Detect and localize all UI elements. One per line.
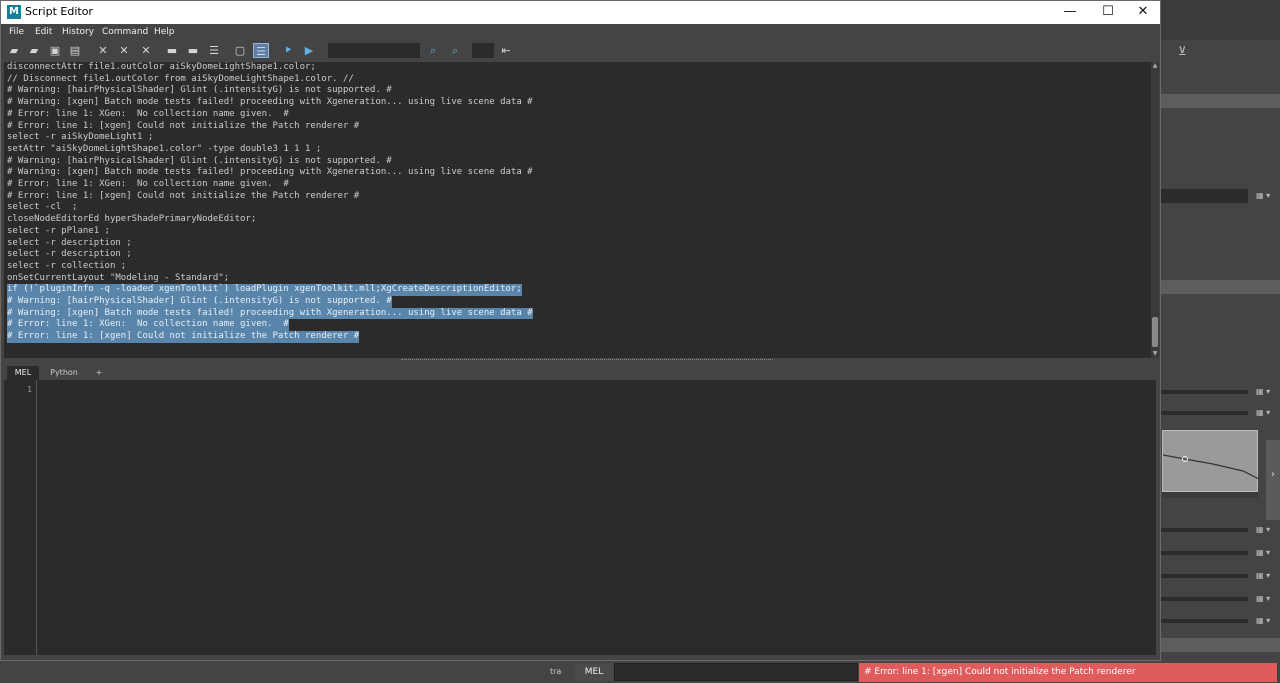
script-editor-window: M Script Editor — ☐ ✕ File Edit History … bbox=[0, 0, 1161, 661]
history-line[interactable]: # Warning: [xgen] Batch mode tests faile… bbox=[7, 97, 533, 109]
history-line[interactable]: closeNodeEditorEd hyperShadePrimaryNodeE… bbox=[7, 214, 256, 226]
clear-all-icon[interactable]: ✕ bbox=[138, 43, 154, 58]
indent-field[interactable] bbox=[472, 43, 494, 58]
close-button[interactable]: ✕ bbox=[1125, 1, 1161, 24]
history-line[interactable]: # Error: line 1: XGen: No collection nam… bbox=[7, 109, 289, 121]
scroll-up-icon[interactable]: ▲ bbox=[1151, 62, 1159, 70]
history-line[interactable]: # Warning: [hairPhysicalShader] Glint (.… bbox=[7, 296, 392, 308]
clear-input-icon[interactable]: ✕ bbox=[116, 43, 132, 58]
history-line[interactable]: # Warning: [xgen] Batch mode tests faile… bbox=[7, 307, 533, 320]
attribute-field[interactable] bbox=[1160, 189, 1248, 203]
menu-history[interactable]: History bbox=[62, 26, 94, 39]
open-script-icon[interactable]: ▰ bbox=[6, 43, 22, 58]
save-script-icon[interactable]: ▣ bbox=[47, 43, 63, 58]
history-line[interactable]: # Error: line 1: XGen: No collection nam… bbox=[7, 319, 289, 332]
clear-history-icon[interactable]: ✕ bbox=[95, 43, 111, 58]
map-button-icon[interactable]: ▦ ▾ bbox=[1256, 571, 1280, 581]
line-numbers-icon[interactable]: ☰ bbox=[253, 43, 269, 58]
menu-file[interactable]: File bbox=[9, 26, 24, 39]
map-button-icon[interactable]: ▦ ▾ bbox=[1256, 191, 1280, 201]
attribute-slider[interactable] bbox=[1160, 528, 1248, 532]
map-button-icon[interactable]: ▦ ▾ bbox=[1256, 408, 1280, 418]
attribute-slider[interactable] bbox=[1160, 551, 1248, 555]
attribute-slider[interactable] bbox=[1160, 411, 1248, 415]
command-feedback-error[interactable]: # Error: line 1: [xgen] Could not initia… bbox=[859, 663, 1277, 682]
command-language-short: tra bbox=[550, 667, 562, 676]
search-icon[interactable]: ⌕ bbox=[425, 43, 441, 58]
history-scrollbar[interactable]: ▲ ▼ bbox=[1151, 62, 1159, 358]
attribute-slider[interactable] bbox=[1160, 390, 1248, 394]
search-field[interactable] bbox=[328, 43, 420, 58]
save-to-shelf-icon[interactable]: ▤ bbox=[67, 43, 83, 58]
attribute-slider[interactable] bbox=[1160, 597, 1248, 601]
tab-mel[interactable]: MEL bbox=[7, 366, 39, 380]
window-title: Script Editor bbox=[25, 5, 93, 18]
history-line[interactable]: select -r pPlane1 ; bbox=[7, 226, 110, 238]
tab-bar: MEL Python + bbox=[4, 365, 1159, 380]
attribute-slider[interactable] bbox=[1160, 574, 1248, 578]
history-line[interactable]: onSetCurrentLayout "Modeling - Standard"… bbox=[7, 273, 229, 285]
pane-splitter[interactable] bbox=[401, 359, 773, 361]
tab-add[interactable]: + bbox=[90, 366, 108, 380]
maya-logo-icon: M bbox=[7, 5, 21, 19]
scroll-thumb[interactable] bbox=[1152, 317, 1158, 347]
title-bar[interactable]: M Script Editor — ☐ ✕ bbox=[1, 1, 1160, 24]
show-both-icon[interactable]: ☰ bbox=[206, 43, 222, 58]
panel-strip bbox=[1160, 94, 1280, 108]
history-line[interactable]: setAttr "aiSkyDomeLightShape1.color" -ty… bbox=[7, 144, 321, 156]
menu-command[interactable]: Command bbox=[102, 26, 148, 39]
input-editor[interactable]: 1 bbox=[4, 380, 1156, 655]
history-line[interactable]: # Warning: [hairPhysicalShader] Glint (.… bbox=[7, 156, 392, 168]
history-line[interactable]: select -r aiSkyDomeLight1 ; bbox=[7, 132, 153, 144]
menu-bar: File Edit History Command Help bbox=[1, 24, 1160, 41]
map-button-icon[interactable]: ▦ ▾ bbox=[1256, 548, 1280, 558]
history-output[interactable]: disconnectAttr file1.outColor aiSkyDomeL… bbox=[4, 62, 1151, 358]
scroll-down-icon[interactable]: ▼ bbox=[1151, 350, 1159, 358]
minimize-button[interactable]: — bbox=[1052, 1, 1088, 24]
execute-all-icon[interactable]: ⯈ bbox=[280, 43, 296, 58]
map-button-icon[interactable]: ▦ ▾ bbox=[1256, 525, 1280, 535]
command-language-button[interactable]: MEL bbox=[575, 663, 613, 681]
tab-python[interactable]: Python bbox=[44, 366, 84, 380]
line-number-gutter: 1 bbox=[4, 380, 37, 655]
history-line[interactable]: # Error: line 1: XGen: No collection nam… bbox=[7, 179, 289, 191]
map-button-icon[interactable]: ▦ ▾ bbox=[1256, 594, 1280, 604]
history-line[interactable]: select -r description ; bbox=[7, 249, 132, 261]
history-line[interactable]: select -cl ; bbox=[7, 202, 77, 214]
execute-icon[interactable]: ▶ bbox=[301, 43, 317, 58]
expand-arrow-icon[interactable]: › bbox=[1266, 440, 1280, 520]
ramp-curve-icon bbox=[1162, 454, 1260, 480]
search-next-icon[interactable]: ⌕ bbox=[447, 43, 463, 58]
show-history-icon[interactable]: ▬ bbox=[164, 43, 180, 58]
panel-strip bbox=[1160, 638, 1280, 652]
history-line[interactable]: if (!`pluginInfo -q -loaded xgenToolkit`… bbox=[7, 284, 522, 296]
history-line[interactable]: # Warning: [xgen] Batch mode tests faile… bbox=[7, 167, 533, 179]
maximize-button[interactable]: ☐ bbox=[1090, 1, 1126, 24]
history-line[interactable]: select -r description ; bbox=[7, 238, 132, 250]
echo-all-icon[interactable]: ▢ bbox=[232, 43, 248, 58]
attribute-slider[interactable] bbox=[1160, 619, 1248, 623]
menu-help[interactable]: Help bbox=[154, 26, 175, 39]
panel-strip bbox=[1160, 280, 1280, 294]
indent-icon[interactable]: ⇤ bbox=[498, 43, 514, 58]
history-line[interactable]: # Error: line 1: [xgen] Could not initia… bbox=[7, 191, 359, 203]
menu-edit[interactable]: Edit bbox=[35, 26, 52, 39]
show-input-icon[interactable]: ▬ bbox=[185, 43, 201, 58]
shelf-icon[interactable]: ⊻ bbox=[1178, 45, 1200, 60]
shelf-area bbox=[1160, 0, 1280, 40]
map-button-icon[interactable]: ▦ ▾ bbox=[1256, 387, 1280, 397]
source-script-icon[interactable]: ▰ bbox=[26, 43, 42, 58]
ramp-position-bar[interactable] bbox=[1162, 492, 1258, 498]
command-input[interactable] bbox=[614, 663, 858, 681]
map-button-icon[interactable]: ▦ ▾ bbox=[1256, 616, 1280, 626]
history-line[interactable]: # Warning: [hairPhysicalShader] Glint (.… bbox=[7, 85, 392, 97]
history-line[interactable]: # Error: line 1: [xgen] Could not initia… bbox=[7, 121, 359, 133]
ramp-graph[interactable] bbox=[1162, 430, 1260, 492]
history-line[interactable]: disconnectAttr file1.outColor aiSkyDomeL… bbox=[7, 62, 316, 74]
history-line[interactable]: // Disconnect file1.outColor from aiSkyD… bbox=[7, 74, 354, 86]
history-line[interactable]: select -r collection ; bbox=[7, 261, 126, 273]
toolbar: ▰ ▰ ▣ ▤ ✕ ✕ ✕ ▬ ▬ ☰ ▢ ☰ ⯈ ▶ ⌕ ⌕ ⇤ bbox=[1, 41, 1160, 61]
history-line[interactable]: # Error: line 1: [xgen] Could not initia… bbox=[7, 331, 360, 343]
line-number: 1 bbox=[27, 385, 32, 394]
